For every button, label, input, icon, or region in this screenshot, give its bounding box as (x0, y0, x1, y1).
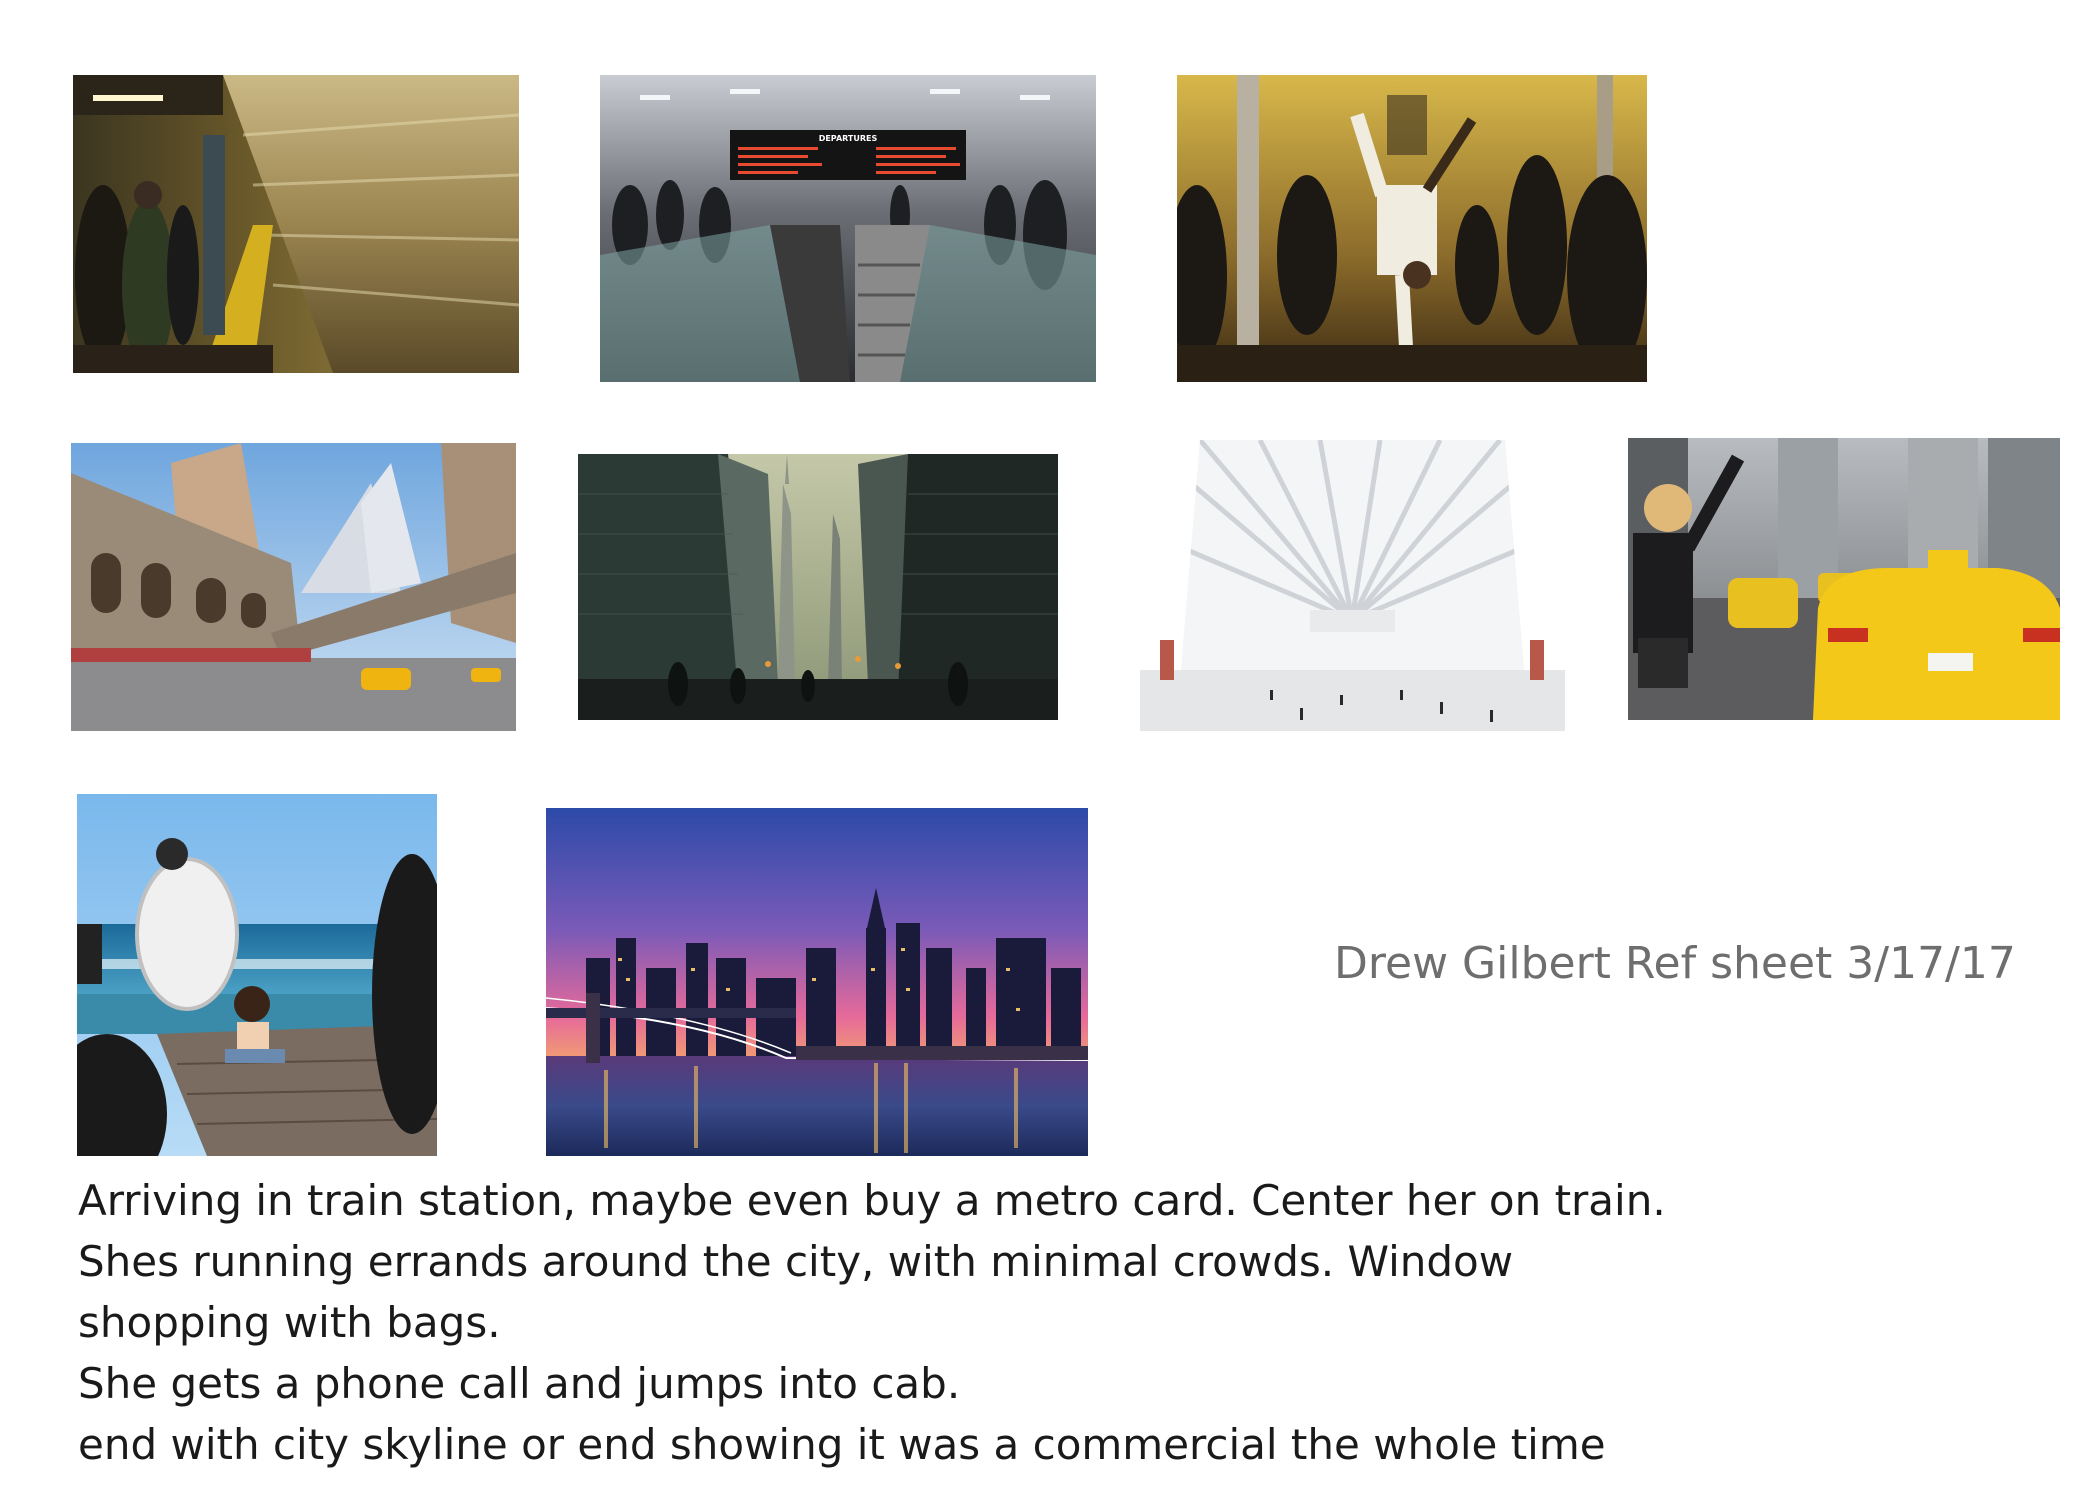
note-line: She gets a phone call and jumps into cab… (78, 1359, 961, 1408)
subway-dancer-photo (1177, 75, 1647, 382)
subway-platform-photo (73, 75, 519, 373)
production-notes: Arriving in train station, maybe even bu… (78, 1170, 1778, 1475)
departures-board-label: DEPARTURES (819, 134, 878, 143)
note-line: Arriving in train station, maybe even bu… (78, 1176, 1666, 1225)
station-concourse-photo: DEPARTURES (600, 75, 1096, 382)
midtown-street-photo (578, 454, 1058, 720)
city-skyline-photo (546, 808, 1088, 1156)
ref-sheet-title: Drew Gilbert Ref sheet 3/17/17 (1334, 938, 2016, 989)
note-line: end with city skyline or end showing it … (78, 1420, 1606, 1469)
taxi-hail-photo (1628, 438, 2060, 720)
note-line: shopping with bags. (78, 1298, 501, 1347)
oculus-interior-photo (1140, 440, 1565, 731)
note-line: Shes running errands around the city, wi… (78, 1237, 1514, 1286)
beach-photoshoot-photo (77, 794, 437, 1156)
grand-central-photo (71, 443, 516, 731)
